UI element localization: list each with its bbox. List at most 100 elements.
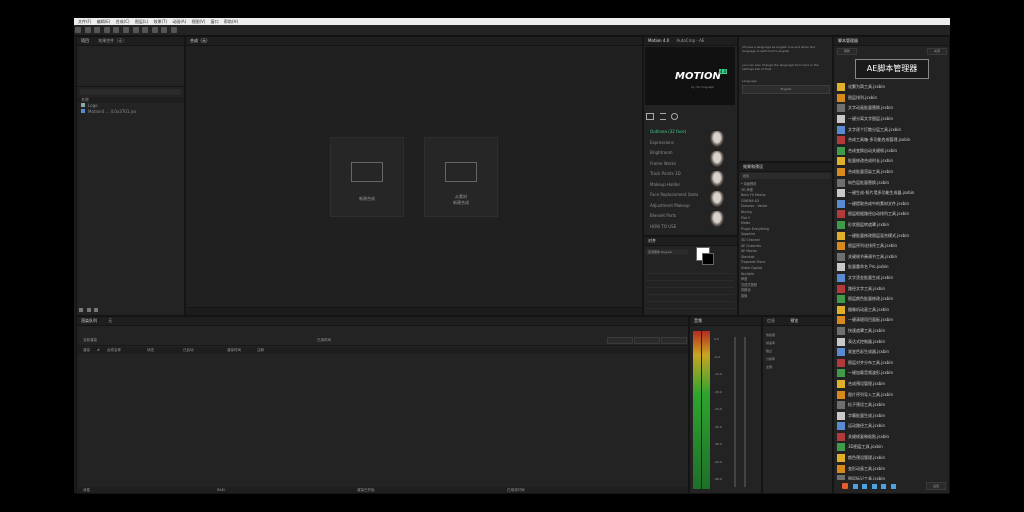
script-item[interactable]: 批量重命名 Pro.jsxbin (835, 262, 948, 273)
category-item[interactable]: Track Points 3D (646, 169, 698, 180)
tab-autocrop[interactable]: AutoCrop - AE (676, 38, 704, 43)
script-item[interactable]: 字幕批量生成.jsxbin (835, 410, 948, 421)
category-item[interactable]: Outlinea (32 face) (646, 127, 698, 138)
render-button[interactable] (661, 337, 687, 344)
script-item[interactable]: 合成工具箱-多功能合成管理.jsxbin (835, 135, 948, 146)
script-item[interactable]: 粒子预设工具.jsxbin (835, 400, 948, 411)
effects-search-input[interactable]: 搜索 (741, 173, 830, 179)
new-folder-icon[interactable] (79, 308, 83, 312)
pen-tool-icon[interactable] (151, 27, 158, 33)
tray-icon[interactable] (852, 484, 858, 489)
folder-icon[interactable] (646, 113, 654, 120)
selection-tool-icon[interactable] (84, 27, 91, 33)
menu-composition[interactable]: 合成(C) (116, 19, 130, 24)
menu-help[interactable]: 帮助(H) (224, 19, 238, 24)
home-icon[interactable] (75, 27, 81, 33)
script-item[interactable]: 颜色预设管理.jsxbin (835, 453, 948, 464)
tab-info[interactable]: 信息 (767, 318, 775, 323)
category-item[interactable]: Blenset Parts (646, 211, 698, 222)
language-select[interactable]: English (742, 85, 830, 94)
script-item[interactable]: 化繁为简工具.jsxbin (835, 82, 948, 93)
tab-audio[interactable]: 音频 (694, 318, 702, 323)
script-item[interactable]: 图片序列导入工具.jsxbin (835, 389, 948, 400)
close-button[interactable]: 关闭 (927, 48, 947, 55)
script-item[interactable]: 图层标记工具.jsxbin (835, 474, 948, 480)
script-item[interactable]: 路径文字工具.jsxbin (835, 283, 948, 294)
script-item[interactable]: 快速遮罩工具.jsxbin (835, 326, 948, 337)
audio-slider-left[interactable] (734, 337, 736, 487)
tab-motion[interactable]: Motion 4.0 (648, 38, 669, 43)
script-item[interactable]: 文字逐个打散分层工具.jsxbin (835, 124, 948, 135)
font-select[interactable]: 思源黑体 Regular (646, 249, 688, 255)
pan-tool-icon[interactable] (132, 27, 139, 33)
script-item[interactable]: 文字动画批量替换.jsxbin (835, 103, 948, 114)
script-item[interactable]: 一键批量修改图层混合模式.jsxbin (835, 230, 948, 241)
script-item[interactable]: 表达式控制器.jsxbin (835, 336, 948, 347)
script-item[interactable]: 纯色层批量替换.jsxbin (835, 177, 948, 188)
script-item[interactable]: 一键提取合成中的素材文件.jsxbin (835, 199, 948, 210)
category-item[interactable]: Adjustment Makeup (646, 201, 698, 212)
script-item[interactable]: 合成预设管理.jsxbin (835, 379, 948, 390)
face-thumbnail[interactable] (710, 191, 724, 207)
script-item[interactable]: 图层颜色批量修改.jsxbin (835, 294, 948, 305)
audio-slider-right[interactable] (744, 337, 746, 487)
brush-tool-icon[interactable] (170, 27, 177, 33)
script-item[interactable]: 图层排列.jsxbin (835, 93, 948, 104)
face-thumbnail[interactable] (710, 131, 724, 147)
face-thumbnail[interactable] (710, 151, 724, 167)
category-item[interactable]: Expressions (646, 138, 698, 149)
tray-icon[interactable] (862, 484, 868, 489)
script-item[interactable]: 3D图层工具.jsxbin (835, 442, 948, 453)
list-icon[interactable] (659, 113, 666, 120)
category-item[interactable]: Face Replacement (beta) (646, 190, 698, 201)
project-search-input[interactable] (80, 89, 181, 95)
menu-effect[interactable]: 效果(T) (153, 19, 167, 24)
new-composition-button[interactable]: 新建合成 (330, 137, 404, 217)
rotate-tool-icon[interactable] (113, 27, 120, 33)
tray-icon[interactable] (881, 484, 887, 489)
script-item[interactable]: 变形动画工具.jsxbin (835, 463, 948, 474)
tab-preview[interactable]: 预览 (790, 318, 798, 323)
menu-edit[interactable]: 编辑(E) (97, 19, 111, 24)
script-item[interactable]: 文字烫金批量生成.jsxbin (835, 273, 948, 284)
face-thumbnail[interactable] (710, 171, 724, 187)
rect-tool-icon[interactable] (142, 27, 149, 33)
refresh-button[interactable]: 刷新 (837, 48, 857, 55)
settings-button[interactable]: 设置 (926, 482, 946, 490)
tab-effect-controls[interactable]: 效果控件（无） (98, 38, 126, 43)
tab-none[interactable]: 无 (108, 318, 112, 323)
project-file-item[interactable]: Motion4 ... 4.0v3701.jsx (77, 109, 184, 115)
script-item[interactable]: 合成批量渲染工具.jsxbin (835, 167, 948, 178)
tab-composition[interactable]: 合成（无） (190, 38, 210, 43)
tray-icon[interactable] (890, 484, 896, 489)
category-item[interactable]: Frame Works (646, 159, 698, 170)
menu-view[interactable]: 视图(V) (191, 19, 205, 24)
menu-animation[interactable]: 动画(A) (172, 19, 186, 24)
effects-item[interactable]: 抠像 (741, 294, 829, 300)
new-comp-from-footage-button[interactable]: 从素材 新建合成 (424, 137, 498, 217)
script-item[interactable]: 图层根据路径自动排列工具.jsxbin (835, 209, 948, 220)
script-item[interactable]: 图层序列化排序工具.jsxbin (835, 241, 948, 252)
delete-icon[interactable] (94, 308, 99, 312)
script-item[interactable]: 一键加载音频波形.jsxbin (835, 368, 948, 379)
search-icon[interactable] (671, 113, 679, 120)
script-item[interactable]: 一键生成-照片墙多功能生成器.jsxbin (835, 188, 948, 199)
tab-render-queue[interactable]: 渲染队列 (81, 318, 97, 323)
color-swatch-secondary[interactable] (702, 253, 714, 265)
face-thumbnail[interactable] (710, 211, 724, 227)
script-item[interactable]: 运动路径工具.jsxbin (835, 421, 948, 432)
text-tool-icon[interactable] (161, 27, 168, 33)
tray-icon[interactable] (871, 484, 877, 489)
menu-file[interactable]: 文件(F) (78, 19, 91, 24)
script-item[interactable]: 关键帧复制粘贴.jsxbin (835, 432, 948, 443)
hand-tool-icon[interactable] (94, 27, 101, 33)
tab-align[interactable]: 对齐 (648, 238, 656, 243)
script-item[interactable]: 渐变色彩生成器.jsxbin (835, 347, 948, 358)
script-item[interactable]: 关键帧节奏调节工具.jsxbin (835, 252, 948, 263)
category-item[interactable]: Makeup Holder (646, 180, 698, 191)
zoom-tool-icon[interactable] (103, 27, 110, 33)
menu-window[interactable]: 窗口 (211, 19, 219, 24)
script-item[interactable]: 形状图层转遮罩.jsxbin (835, 220, 948, 231)
new-comp-icon[interactable] (86, 308, 91, 312)
tab-script-manager[interactable]: 脚本管理器 (838, 38, 858, 43)
